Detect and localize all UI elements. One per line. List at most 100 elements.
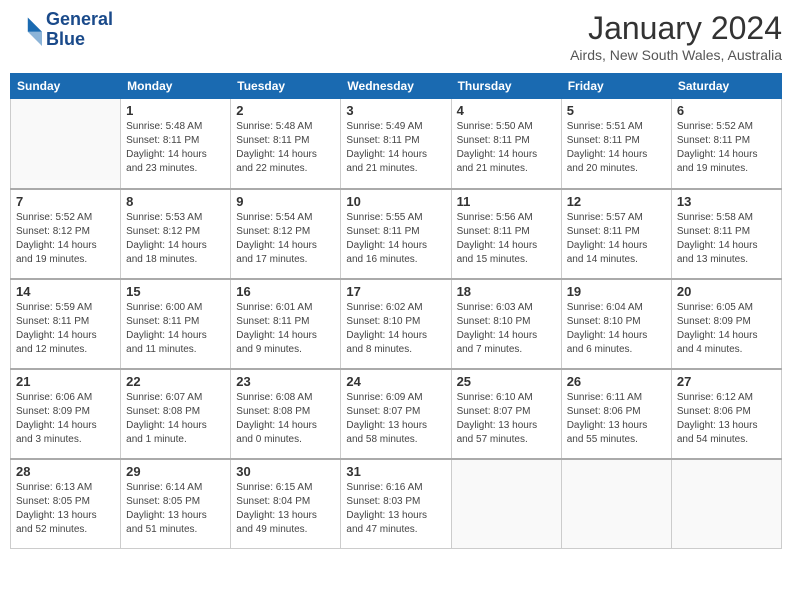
day-info: Sunrise: 5:52 AM Sunset: 8:12 PM Dayligh… — [16, 211, 115, 267]
day-info: Sunrise: 6:07 AM Sunset: 8:08 PM Dayligh… — [126, 391, 225, 447]
calendar-cell: 31 Sunrise: 6:16 AM Sunset: 8:03 PM Dayli… — [341, 459, 451, 549]
day-info: Sunrise: 5:56 AM Sunset: 8:11 PM Dayligh… — [457, 211, 556, 267]
day-info: Sunrise: 6:14 AM Sunset: 8:05 PM Dayligh… — [126, 481, 225, 537]
day-info: Sunrise: 5:53 AM Sunset: 8:12 PM Dayligh… — [126, 211, 225, 267]
calendar-cell: 26 Sunrise: 6:11 AM Sunset: 8:06 PM Dayli… — [561, 369, 671, 459]
page-header: General Blue January 2024 Airds, New Sou… — [10, 10, 782, 63]
day-number: 20 — [677, 284, 776, 299]
day-info: Sunrise: 6:11 AM Sunset: 8:06 PM Dayligh… — [567, 391, 666, 447]
calendar-cell: 8 Sunrise: 5:53 AM Sunset: 8:12 PM Daylig… — [121, 189, 231, 279]
day-info: Sunrise: 6:00 AM Sunset: 8:11 PM Dayligh… — [126, 301, 225, 357]
day-info: Sunrise: 6:06 AM Sunset: 8:09 PM Dayligh… — [16, 391, 115, 447]
day-info: Sunrise: 5:48 AM Sunset: 8:11 PM Dayligh… — [126, 120, 225, 176]
day-number: 21 — [16, 374, 115, 389]
day-info: Sunrise: 5:54 AM Sunset: 8:12 PM Dayligh… — [236, 211, 335, 267]
day-info: Sunrise: 5:55 AM Sunset: 8:11 PM Dayligh… — [346, 211, 445, 267]
title-block: January 2024 Airds, New South Wales, Aus… — [570, 10, 782, 63]
day-number: 8 — [126, 194, 225, 209]
day-number: 12 — [567, 194, 666, 209]
calendar-day-header: Tuesday — [231, 74, 341, 99]
calendar-cell: 20 Sunrise: 6:05 AM Sunset: 8:09 PM Dayli… — [671, 279, 781, 369]
day-info: Sunrise: 6:16 AM Sunset: 8:03 PM Dayligh… — [346, 481, 445, 537]
day-number: 10 — [346, 194, 445, 209]
day-number: 13 — [677, 194, 776, 209]
day-info: Sunrise: 5:57 AM Sunset: 8:11 PM Dayligh… — [567, 211, 666, 267]
day-info: Sunrise: 6:05 AM Sunset: 8:09 PM Dayligh… — [677, 301, 776, 357]
day-info: Sunrise: 6:10 AM Sunset: 8:07 PM Dayligh… — [457, 391, 556, 447]
logo-text: General Blue — [46, 10, 113, 50]
day-number: 15 — [126, 284, 225, 299]
day-number: 2 — [236, 103, 335, 118]
day-number: 28 — [16, 464, 115, 479]
day-number: 14 — [16, 284, 115, 299]
calendar-week-row: 21 Sunrise: 6:06 AM Sunset: 8:09 PM Dayli… — [11, 369, 782, 459]
day-number: 23 — [236, 374, 335, 389]
calendar-cell: 3 Sunrise: 5:49 AM Sunset: 8:11 PM Daylig… — [341, 99, 451, 189]
day-number: 27 — [677, 374, 776, 389]
calendar-cell: 23 Sunrise: 6:08 AM Sunset: 8:08 PM Dayli… — [231, 369, 341, 459]
calendar-header-row: SundayMondayTuesdayWednesdayThursdayFrid… — [11, 74, 782, 99]
calendar-cell: 19Sunrise: 6:04 AM Sunset: 8:10 PM Dayli… — [561, 279, 671, 369]
calendar-cell: 16 Sunrise: 6:01 AM Sunset: 8:11 PM Dayli… — [231, 279, 341, 369]
day-number: 9 — [236, 194, 335, 209]
logo-icon — [10, 14, 42, 46]
day-number: 16 — [236, 284, 335, 299]
calendar-cell: 11 Sunrise: 5:56 AM Sunset: 8:11 PM Dayli… — [451, 189, 561, 279]
day-info: Sunrise: 6:08 AM Sunset: 8:08 PM Dayligh… — [236, 391, 335, 447]
calendar-cell: 4 Sunrise: 5:50 AM Sunset: 8:11 PM Daylig… — [451, 99, 561, 189]
calendar-cell: 18Sunrise: 6:03 AM Sunset: 8:10 PM Dayli… — [451, 279, 561, 369]
day-number: 17 — [346, 284, 445, 299]
day-info: Sunrise: 6:15 AM Sunset: 8:04 PM Dayligh… — [236, 481, 335, 537]
calendar-cell: 9 Sunrise: 5:54 AM Sunset: 8:12 PM Daylig… — [231, 189, 341, 279]
calendar-day-header: Thursday — [451, 74, 561, 99]
calendar-day-header: Wednesday — [341, 74, 451, 99]
calendar-cell: 12 Sunrise: 5:57 AM Sunset: 8:11 PM Dayli… — [561, 189, 671, 279]
calendar-day-header: Monday — [121, 74, 231, 99]
calendar-week-row: 14Sunrise: 5:59 AM Sunset: 8:11 PM Dayli… — [11, 279, 782, 369]
calendar-cell: 29Sunrise: 6:14 AM Sunset: 8:05 PM Dayli… — [121, 459, 231, 549]
calendar-cell: 30Sunrise: 6:15 AM Sunset: 8:04 PM Dayli… — [231, 459, 341, 549]
calendar-day-header: Sunday — [11, 74, 121, 99]
calendar-body: 1 Sunrise: 5:48 AM Sunset: 8:11 PM Daylig… — [11, 99, 782, 549]
day-info: Sunrise: 5:48 AM Sunset: 8:11 PM Dayligh… — [236, 120, 335, 176]
calendar-day-header: Friday — [561, 74, 671, 99]
day-number: 5 — [567, 103, 666, 118]
day-number: 3 — [346, 103, 445, 118]
day-number: 11 — [457, 194, 556, 209]
day-number: 7 — [16, 194, 115, 209]
calendar-table: SundayMondayTuesdayWednesdayThursdayFrid… — [10, 73, 782, 549]
calendar-week-row: 1 Sunrise: 5:48 AM Sunset: 8:11 PM Daylig… — [11, 99, 782, 189]
day-number: 25 — [457, 374, 556, 389]
day-number: 26 — [567, 374, 666, 389]
calendar-cell: 10 Sunrise: 5:55 AM Sunset: 8:11 PM Dayli… — [341, 189, 451, 279]
calendar-cell: 1 Sunrise: 5:48 AM Sunset: 8:11 PM Daylig… — [121, 99, 231, 189]
logo: General Blue — [10, 10, 113, 50]
day-number: 22 — [126, 374, 225, 389]
calendar-cell: 14Sunrise: 5:59 AM Sunset: 8:11 PM Dayli… — [11, 279, 121, 369]
day-number: 31 — [346, 464, 445, 479]
calendar-cell: 28Sunrise: 6:13 AM Sunset: 8:05 PM Dayli… — [11, 459, 121, 549]
calendar-cell: 21 Sunrise: 6:06 AM Sunset: 8:09 PM Dayli… — [11, 369, 121, 459]
day-info: Sunrise: 5:58 AM Sunset: 8:11 PM Dayligh… — [677, 211, 776, 267]
calendar-cell: 27Sunrise: 6:12 AM Sunset: 8:06 PM Dayli… — [671, 369, 781, 459]
day-number: 6 — [677, 103, 776, 118]
day-info: Sunrise: 6:02 AM Sunset: 8:10 PM Dayligh… — [346, 301, 445, 357]
day-number: 18 — [457, 284, 556, 299]
day-number: 4 — [457, 103, 556, 118]
calendar-cell: 22 Sunrise: 6:07 AM Sunset: 8:08 PM Dayli… — [121, 369, 231, 459]
location-subtitle: Airds, New South Wales, Australia — [570, 47, 782, 63]
calendar-week-row: 28Sunrise: 6:13 AM Sunset: 8:05 PM Dayli… — [11, 459, 782, 549]
day-number: 19 — [567, 284, 666, 299]
day-number: 1 — [126, 103, 225, 118]
calendar-cell — [11, 99, 121, 189]
calendar-cell: 15 Sunrise: 6:00 AM Sunset: 8:11 PM Dayli… — [121, 279, 231, 369]
month-year-title: January 2024 — [570, 10, 782, 47]
calendar-cell — [671, 459, 781, 549]
day-info: Sunrise: 5:49 AM Sunset: 8:11 PM Dayligh… — [346, 120, 445, 176]
day-info: Sunrise: 5:51 AM Sunset: 8:11 PM Dayligh… — [567, 120, 666, 176]
calendar-cell: 6Sunrise: 5:52 AM Sunset: 8:11 PM Daylig… — [671, 99, 781, 189]
calendar-day-header: Saturday — [671, 74, 781, 99]
calendar-cell: 17 Sunrise: 6:02 AM Sunset: 8:10 PM Dayli… — [341, 279, 451, 369]
day-info: Sunrise: 5:50 AM Sunset: 8:11 PM Dayligh… — [457, 120, 556, 176]
day-info: Sunrise: 6:01 AM Sunset: 8:11 PM Dayligh… — [236, 301, 335, 357]
